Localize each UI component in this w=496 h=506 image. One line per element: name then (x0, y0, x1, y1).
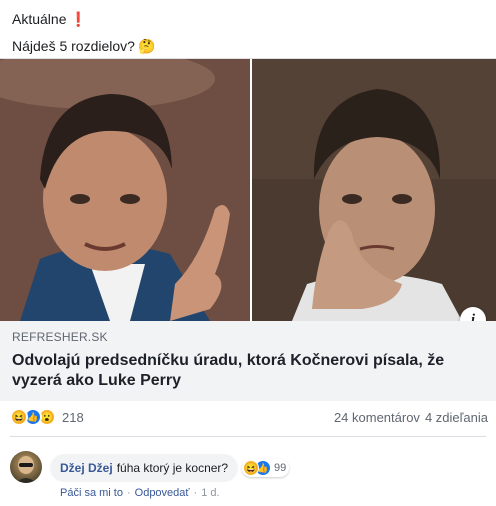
reaction-icons[interactable]: 😆 👍 😮 (10, 408, 56, 426)
exclamation-icon: ❗ (69, 11, 87, 27)
comment-text: fúha ktorý je kocner? (116, 461, 229, 475)
photo-left-man (0, 59, 250, 321)
separator-dot: · (193, 487, 198, 499)
post-line-1: Aktuálne ❗ (12, 6, 155, 33)
divider (10, 436, 486, 437)
post-line-1-text: Aktuálne (12, 11, 67, 27)
post-line-2-text: Nájdeš 5 rozdielov? (12, 38, 135, 54)
post-text: Aktuálne ❗ Nájdeš 5 rozdielov? 🤔 (12, 6, 155, 60)
link-meta[interactable]: REFRESHER.SK Odvolajú predsedníčku úradu… (0, 321, 496, 401)
reactions-bar: 😆 👍 😮 218 24 komentárov 4 zdieľania (10, 406, 488, 428)
haha-icon: 😆 (243, 460, 259, 476)
photo-right-man (252, 59, 496, 321)
thinking-face-icon: 🤔 (137, 38, 156, 54)
comment-author[interactable]: Džej Džej (60, 461, 113, 475)
post-stats: 24 komentárov 4 zdieľania (334, 410, 488, 425)
comment-reply-link[interactable]: Odpovedať (135, 487, 190, 499)
shares-count[interactable]: 4 zdieľania (425, 410, 488, 425)
link-domain: REFRESHER.SK (12, 330, 108, 344)
avatar[interactable] (10, 451, 42, 483)
comment-bubble: Džej Džej fúha ktorý je kocner? (50, 454, 239, 482)
comment-reactions[interactable]: 😆 👍 99 (242, 459, 290, 477)
separator-dot: · (126, 487, 131, 499)
reaction-count[interactable]: 218 (62, 410, 84, 425)
comments-count[interactable]: 24 komentárov (334, 410, 420, 425)
link-preview-card[interactable]: i REFRESHER.SK Odvolajú predsedníčku úra… (0, 58, 496, 401)
link-preview-image[interactable] (0, 59, 496, 321)
link-title[interactable]: Odvolajú predsedníčku úradu, ktorá Kočne… (12, 351, 484, 391)
comment-like-link[interactable]: Páči sa mi to (60, 487, 123, 499)
haha-icon: 😆 (10, 408, 28, 426)
post-line-2: Nájdeš 5 rozdielov? 🤔 (12, 33, 155, 60)
comment-actions: Páči sa mi to · Odpovedať · 1 d. (60, 487, 220, 499)
comment-timestamp[interactable]: 1 d. (201, 487, 219, 499)
comment-reaction-count: 99 (274, 462, 287, 474)
